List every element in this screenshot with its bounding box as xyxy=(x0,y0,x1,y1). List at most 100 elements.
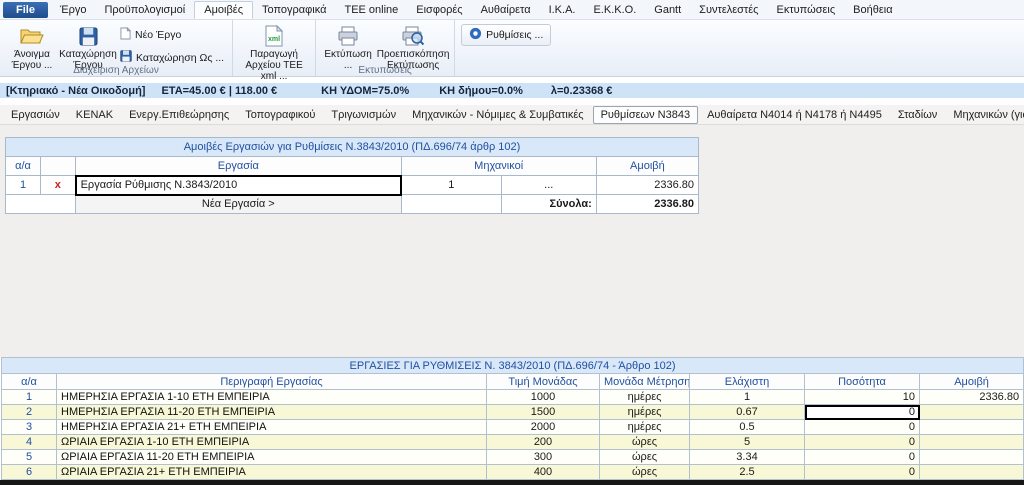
unit-price-cell: 400 xyxy=(487,465,600,480)
min-cell: 0.67 xyxy=(690,405,805,420)
works-header-unit: Μονάδα Μέτρησης xyxy=(600,374,690,390)
ribbon-tab-ekko[interactable]: Ε.Κ.Κ.Ο. xyxy=(584,2,645,18)
works-header-unit-price: Τιμή Μονάδας xyxy=(487,374,600,390)
unit-cell: ημέρες xyxy=(600,405,690,420)
lambda-value: λ=0.23368 € xyxy=(551,85,612,97)
tab-stadion[interactable]: Σταδίων xyxy=(891,107,944,123)
save-as-icon xyxy=(120,50,132,65)
min-cell: 1 xyxy=(690,390,805,405)
row-index: 2 xyxy=(2,405,57,420)
min-cell: 3.34 xyxy=(690,450,805,465)
engineers-count-cell[interactable]: 1 xyxy=(401,176,501,195)
row-fee-value: 2336.80 xyxy=(596,176,698,195)
table-row: 1 ΗΜΕΡΗΣΙΑ ΕΡΓΑΣΙΑ 1-10 ΕΤΗ ΕΜΠΕΙΡΙΑ 100… xyxy=(2,390,1024,405)
works-header-min: Ελάχιστη xyxy=(690,374,805,390)
kh-ydom-value: ΚΗ ΥΔΟΜ=75.0% xyxy=(321,85,409,97)
fees-table-footer-row: Νέα Εργασία > Σύνολα: 2336.80 xyxy=(6,195,699,214)
table-row: 2 ΗΜΕΡΗΣΙΑ ΕΡΓΑΣΙΑ 11-20 ΕΤΗ ΕΜΠΕΙΡΙΑ 15… xyxy=(2,405,1024,420)
ribbon-tab-eisfores[interactable]: Εισφορές xyxy=(407,2,471,18)
unit-price-cell: 2000 xyxy=(487,420,600,435)
file-menu-button[interactable]: File xyxy=(3,2,48,18)
quantity-cell[interactable]: 0 xyxy=(805,405,920,420)
unit-price-cell: 300 xyxy=(487,450,600,465)
fee-cell xyxy=(920,405,1024,420)
ribbon-tab-voitheia[interactable]: Βοήθεια xyxy=(844,2,901,18)
works-header-index: α/α xyxy=(2,374,57,390)
file-management-group-label: Διαχείριση Αρχείων xyxy=(0,65,232,76)
new-project-label: Νέο Έργο xyxy=(135,29,181,41)
ribbon-tab-amoives[interactable]: Αμοιβές xyxy=(194,1,253,19)
min-cell: 2.5 xyxy=(690,465,805,480)
work-description: ΩΡΙΑΙΑ ΕΡΓΑΣΙΑ 11-20 ΕΤΗ ΕΜΠΕΙΡΙΑ xyxy=(57,450,487,465)
fee-cell xyxy=(920,435,1024,450)
row-index: 4 xyxy=(2,435,57,450)
fees-header-index: α/α xyxy=(6,157,41,176)
tab-kenak[interactable]: ΚΕΝΑΚ xyxy=(69,107,120,123)
quantity-cell[interactable]: 0 xyxy=(805,450,920,465)
fee-cell: 2336.80 xyxy=(920,390,1024,405)
settings-label: Ρυθμίσεις ... xyxy=(486,29,543,41)
fees-header-engineers: Μηχανικοί xyxy=(401,157,596,176)
quantity-cell[interactable]: 10 xyxy=(805,390,920,405)
table-row: 5 ΩΡΙΑΙΑ ΕΡΓΑΣΙΑ 11-20 ΕΤΗ ΕΜΠΕΙΡΙΑ 300 … xyxy=(2,450,1024,465)
ribbon-tab-ektyposeis[interactable]: Εκτυπώσεις xyxy=(767,2,844,18)
tab-ergasion[interactable]: Εργασιών xyxy=(4,107,67,123)
works-header-description: Περιγραφή Εργασίας xyxy=(57,374,487,390)
view-tab-bar: Εργασιών ΚΕΝΑΚ Ενεργ.Επιθεώρησης Τοπογρα… xyxy=(0,105,1024,124)
ribbon-tab-ika[interactable]: Ι.Κ.Α. xyxy=(540,2,585,18)
fees-header-fee: Αμοιβή xyxy=(596,157,698,176)
works-table: ΕΡΓΑΣΙΕΣ ΓΙΑ ΡΥΘΜΙΣΕΙΣ Ν. 3843/2010 (ΠΔ.… xyxy=(1,357,1024,480)
new-project-button[interactable]: Νέο Έργο xyxy=(116,25,228,45)
quantity-cell[interactable]: 0 xyxy=(805,435,920,450)
ribbon-tab-gantt[interactable]: Gantt xyxy=(645,2,690,18)
print-preview-icon xyxy=(402,25,424,47)
spacer xyxy=(0,98,1024,105)
ribbon-tab-topografika[interactable]: Τοπογραφικά xyxy=(253,2,335,18)
group-settings: Ρυθμίσεις ... xyxy=(455,20,557,76)
app-window: File Έργο Προϋπολογισμοί Αμοιβές Τοπογρα… xyxy=(0,0,1024,485)
kh-dimou-value: ΚΗ δήμου=0.0% xyxy=(439,85,523,97)
ribbon-tab-proypologismoi[interactable]: Προϋπολογισμοί xyxy=(95,2,194,18)
tab-energ-epitheorisis[interactable]: Ενεργ.Επιθεώρησης xyxy=(122,107,236,123)
quantity-cell[interactable]: 0 xyxy=(805,420,920,435)
tee-xml-export-label: Παραγωγή Αρχείου ΤΕΕ xml ... xyxy=(239,49,309,82)
delete-row-button[interactable]: x xyxy=(41,176,76,195)
tab-mixanikon-dimosio[interactable]: Μηχανικών (για Δημόσιο Έργο) xyxy=(946,107,1024,123)
settings-button[interactable]: Ρυθμίσεις ... xyxy=(461,24,551,46)
new-document-icon xyxy=(120,27,131,43)
tab-rythmiseon-n3843[interactable]: Ρυθμίσεων Ν3843 xyxy=(593,106,699,124)
fees-header-task: Εργασία xyxy=(76,157,401,176)
table-row: 3 ΗΜΕΡΗΣΙΑ ΕΡΓΑΣΙΑ 21+ ΕΤΗ ΕΜΠΕΙΡΙΑ 2000… xyxy=(2,420,1024,435)
tee-xml-export-button[interactable]: xml Παραγωγή Αρχείου ΤΕΕ xml ... xyxy=(237,22,311,85)
engineers-more-button[interactable]: ... xyxy=(501,176,596,195)
tab-mixanikon-nomimes[interactable]: Μηχανικών - Νόμιμες & Συμβατικές xyxy=(405,107,590,123)
fees-table: Αμοιβές Εργασιών για Ρυθμίσεις Ν.3843/20… xyxy=(5,137,699,214)
unit-price-cell: 200 xyxy=(487,435,600,450)
settings-icon xyxy=(469,27,482,43)
unit-cell: ώρες xyxy=(600,450,690,465)
printer-icon xyxy=(337,25,359,47)
ribbon-tab-syntelestes[interactable]: Συντελεστές xyxy=(690,2,767,18)
work-description: ΩΡΙΑΙΑ ΕΡΓΑΣΙΑ 1-10 ΕΤΗ ΕΜΠΕΙΡΙΑ xyxy=(57,435,487,450)
work-description: ΗΜΕΡΗΣΙΑ ΕΡΓΑΣΙΑ 21+ ΕΤΗ ΕΜΠΕΙΡΙΑ xyxy=(57,420,487,435)
task-name-cell[interactable]: Εργασία Ρύθμισης Ν.3843/2010 xyxy=(76,176,401,195)
ribbon-tab-authaireta[interactable]: Αυθαίρετα xyxy=(472,2,540,18)
tab-topografikou[interactable]: Τοπογραφικού xyxy=(238,107,322,123)
works-header-fee: Αμοιβή xyxy=(920,374,1024,390)
project-status-bar: [Κτηριακό - Νέα Οικοδομή] ΕΤΑ=45.00 € | … xyxy=(0,83,1024,98)
prints-group-label: Εκτυπώσεις xyxy=(316,65,454,76)
new-task-button[interactable]: Νέα Εργασία > xyxy=(76,195,401,214)
row-index: 5 xyxy=(2,450,57,465)
empty-cell xyxy=(6,195,76,214)
ribbon-tab-ergo[interactable]: Έργο xyxy=(51,2,96,18)
work-description: ΗΜΕΡΗΣΙΑ ΕΡΓΑΣΙΑ 11-20 ΕΤΗ ΕΜΠΕΙΡΙΑ xyxy=(57,405,487,420)
ribbon-tab-bar: File Έργο Προϋπολογισμοί Αμοιβές Τοπογρα… xyxy=(0,0,1024,20)
works-table-title: ΕΡΓΑΣΙΕΣ ΓΙΑ ΡΥΘΜΙΣΕΙΣ Ν. 3843/2010 (ΠΔ.… xyxy=(2,358,1024,374)
quantity-cell[interactable]: 0 xyxy=(805,465,920,480)
tab-authaireta-n4014[interactable]: Αυθαίρετα Ν4014 ή Ν4178 ή Ν4495 xyxy=(700,107,889,123)
unit-cell: ώρες xyxy=(600,465,690,480)
ribbon-tab-tee-online[interactable]: ΤΕΕ online xyxy=(335,2,407,18)
tab-trigonismon[interactable]: Τριγωνισμών xyxy=(324,107,403,123)
fees-table-title: Αμοιβές Εργασιών για Ρυθμίσεις Ν.3843/20… xyxy=(6,138,699,157)
small-buttons-column: Νέο Έργο Καταχώρηση Ως ... xyxy=(116,22,228,67)
